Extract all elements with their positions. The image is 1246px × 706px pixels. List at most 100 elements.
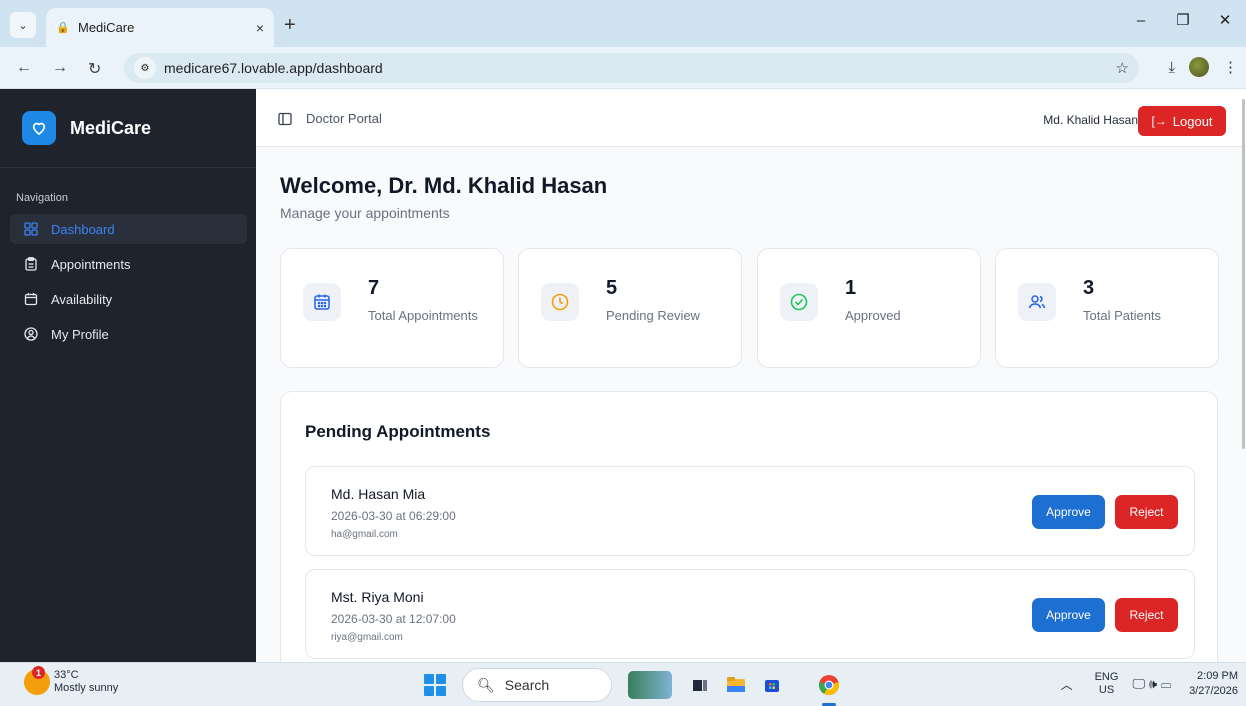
- chevron-up-icon[interactable]: ︿: [1061, 676, 1073, 693]
- widgets-app-icon[interactable]: [628, 671, 672, 699]
- chrome-app-icon[interactable]: [815, 671, 843, 699]
- time: 2:09 PM: [1197, 670, 1238, 682]
- sidebar: MediCare Navigation Dashboard Appointmen…: [0, 89, 256, 662]
- appointment-row: Md. Hasan Mia 2026-03-30 at 06:29:00 ha@…: [305, 466, 1195, 556]
- brand[interactable]: MediCare: [22, 111, 151, 145]
- stat-value: 1: [845, 277, 857, 299]
- clock-icon: [541, 283, 579, 321]
- file-explorer-icon[interactable]: [722, 671, 750, 699]
- region-code: US: [1098, 684, 1115, 696]
- main-content: Doctor Portal Md. Khalid Hasan [→ Logout…: [256, 89, 1246, 662]
- appointment-row: Mst. Riya Moni 2026-03-30 at 12:07:00 ri…: [305, 569, 1195, 659]
- stat-value: 3: [1083, 277, 1095, 299]
- approve-button[interactable]: Approve: [1032, 598, 1105, 632]
- sidebar-item-label: Appointments: [51, 256, 131, 272]
- calendar-icon: [24, 292, 38, 306]
- weather-text: 33°C Mostly sunny: [54, 669, 118, 695]
- lang-code: ENG: [1094, 671, 1119, 683]
- clipboard-icon: [24, 257, 38, 271]
- network-volume-battery-icons[interactable]: 🖵🕪▭: [1132, 676, 1175, 692]
- task-view-icon[interactable]: [686, 671, 714, 699]
- temperature: 33°C: [54, 669, 79, 681]
- sidebar-toggle-icon[interactable]: [278, 112, 292, 126]
- language-indicator[interactable]: ENG US: [1095, 671, 1119, 697]
- sidebar-item-dashboard[interactable]: Dashboard: [10, 214, 247, 244]
- search-icon: 🔍︎: [477, 676, 495, 693]
- patient-name: Mst. Riya Moni: [331, 589, 424, 605]
- url-field[interactable]: ⚙ medicare67.lovable.app/dashboard ☆: [124, 53, 1139, 83]
- address-bar: ← → ↻ ⚙ medicare67.lovable.app/dashboard…: [0, 47, 1246, 89]
- brand-name: MediCare: [70, 117, 152, 138]
- scrollbar[interactable]: [1242, 99, 1245, 449]
- calendar-icon: [303, 283, 341, 321]
- page-subtitle: Manage your appointments: [280, 205, 450, 221]
- tab-search-button[interactable]: ⌄: [10, 12, 36, 38]
- sidebar-divider: [0, 167, 256, 168]
- windows-start-icon[interactable]: [424, 674, 446, 696]
- patient-email: ha@gmail.com: [331, 529, 398, 540]
- appointment-datetime: 2026-03-30 at 12:07:00: [331, 612, 456, 626]
- download-icon[interactable]: ⤓: [1168, 59, 1175, 76]
- url-text: medicare67.lovable.app/dashboard: [164, 60, 383, 76]
- favicon-icon: 🔒: [56, 22, 70, 34]
- stat-card-pending-review: 5 Pending Review: [518, 248, 742, 368]
- heart-logo-icon: [22, 111, 56, 145]
- new-tab-button[interactable]: +: [284, 14, 296, 37]
- close-window-button[interactable]: ✕: [1204, 0, 1246, 40]
- site-info-icon[interactable]: ⚙: [134, 57, 156, 79]
- logout-button[interactable]: [→ Logout: [1138, 106, 1226, 136]
- approve-button[interactable]: Approve: [1032, 495, 1105, 529]
- date: 3/27/2026: [1189, 685, 1238, 697]
- reload-icon[interactable]: ↻: [88, 59, 101, 79]
- page-title: Welcome, Dr. Md. Khalid Hasan: [280, 173, 608, 198]
- back-icon[interactable]: ←: [16, 59, 32, 77]
- pending-appointments-panel: Pending Appointments Md. Hasan Mia 2026-…: [280, 391, 1218, 662]
- system-tray: ︿ ENG US 🖵🕪▭ 2:09 PM 3/27/2026: [1061, 669, 1238, 699]
- stat-card-approved: 1 Approved: [757, 248, 981, 368]
- forward-icon[interactable]: →: [52, 59, 68, 77]
- stat-label: Pending Review: [606, 308, 700, 323]
- stat-value: 7: [368, 277, 380, 299]
- weather-condition: Mostly sunny: [54, 682, 119, 694]
- sidebar-item-appointments[interactable]: Appointments: [10, 249, 247, 279]
- tab-close-icon[interactable]: ×: [256, 20, 264, 36]
- window-controls: – ❐ ✕: [1120, 0, 1246, 47]
- user-name: Md. Khalid Hasan: [1043, 113, 1138, 127]
- browser-tab[interactable]: 🔒 MediCare ×: [46, 8, 274, 47]
- reject-button[interactable]: Reject: [1115, 598, 1178, 632]
- sidebar-item-label: Availability: [51, 291, 113, 307]
- sidebar-item-my-profile[interactable]: My Profile: [10, 319, 247, 349]
- sidebar-item-availability[interactable]: Availability: [10, 284, 247, 314]
- stat-label: Total Appointments: [368, 308, 478, 323]
- portal-header: Doctor Portal: [278, 111, 382, 126]
- taskbar: 1 33°C Mostly sunny 🔍︎ Search ︿ ENG US 🖵…: [0, 662, 1246, 706]
- clock[interactable]: 2:09 PM 3/27/2026: [1189, 669, 1238, 699]
- tab-title: MediCare: [78, 20, 135, 35]
- taskbar-search[interactable]: 🔍︎ Search: [462, 668, 612, 702]
- minimize-button[interactable]: –: [1120, 0, 1162, 40]
- users-icon: [1018, 283, 1056, 321]
- logout-label: Logout: [1172, 113, 1213, 129]
- stat-card-total-appointments: 7 Total Appointments: [280, 248, 504, 368]
- browser-actions: ⤓ ⋮: [1168, 57, 1238, 77]
- notification-badge: 1: [32, 666, 45, 679]
- top-bar: Doctor Portal Md. Khalid Hasan [→ Logout: [256, 89, 1246, 147]
- sidebar-item-label: My Profile: [51, 326, 109, 342]
- check-circle-icon: [780, 283, 818, 321]
- search-label: Search: [504, 677, 550, 693]
- restore-button[interactable]: ❐: [1162, 0, 1204, 40]
- weather-widget[interactable]: 1 33°C Mostly sunny: [24, 666, 118, 695]
- dashboard-icon: [24, 222, 38, 236]
- store-app-icon[interactable]: [758, 671, 786, 699]
- nav-group-label: Navigation: [16, 192, 68, 204]
- stat-card-total-patients: 3 Total Patients: [995, 248, 1219, 368]
- reject-button[interactable]: Reject: [1115, 495, 1178, 529]
- menu-kebab-icon[interactable]: ⋮: [1223, 58, 1238, 76]
- sun-icon: 1: [24, 666, 50, 695]
- stat-label: Approved: [845, 308, 901, 323]
- user-circle-icon: [24, 327, 38, 341]
- profile-avatar[interactable]: [1189, 57, 1209, 77]
- logout-icon: [→: [1151, 114, 1167, 128]
- bookmark-star-icon[interactable]: ☆: [1116, 59, 1129, 77]
- sidebar-item-label: Dashboard: [51, 221, 115, 237]
